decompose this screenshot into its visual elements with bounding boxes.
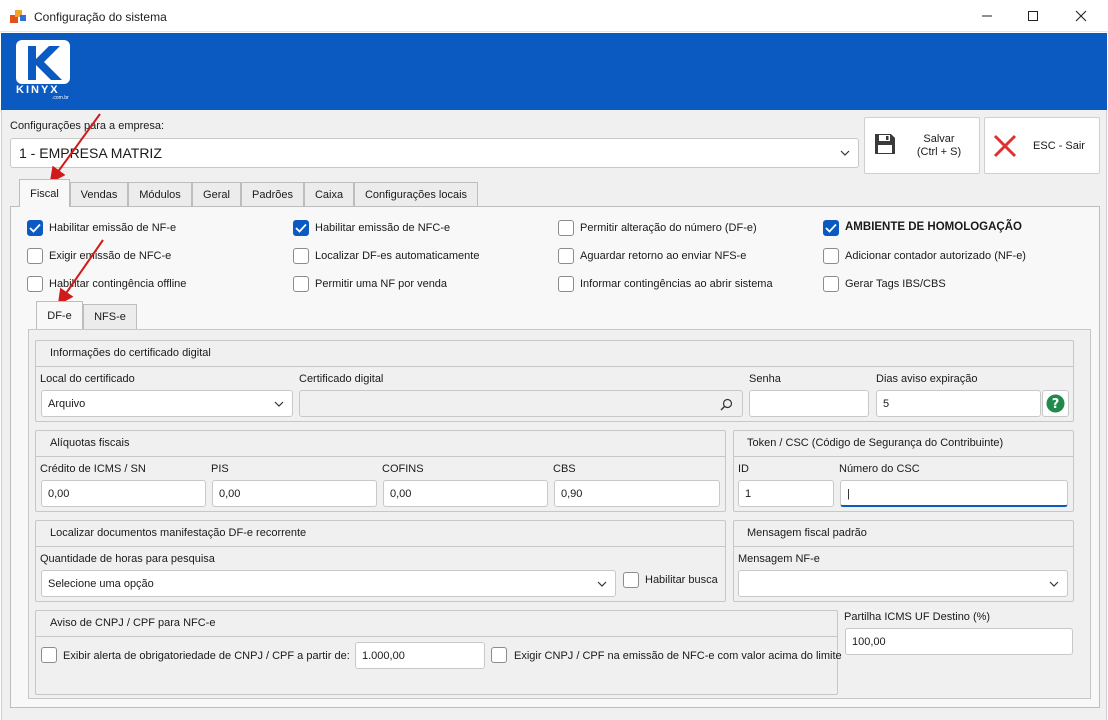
tab-fiscal[interactable]: Fiscal [19, 179, 70, 207]
arrow-to-dfe-tab [57, 239, 104, 306]
subtab-dfe[interactable]: DF-e [36, 301, 83, 329]
annotation-arrows [49, 113, 104, 306]
arrow-to-fiscal-tab [49, 113, 101, 184]
